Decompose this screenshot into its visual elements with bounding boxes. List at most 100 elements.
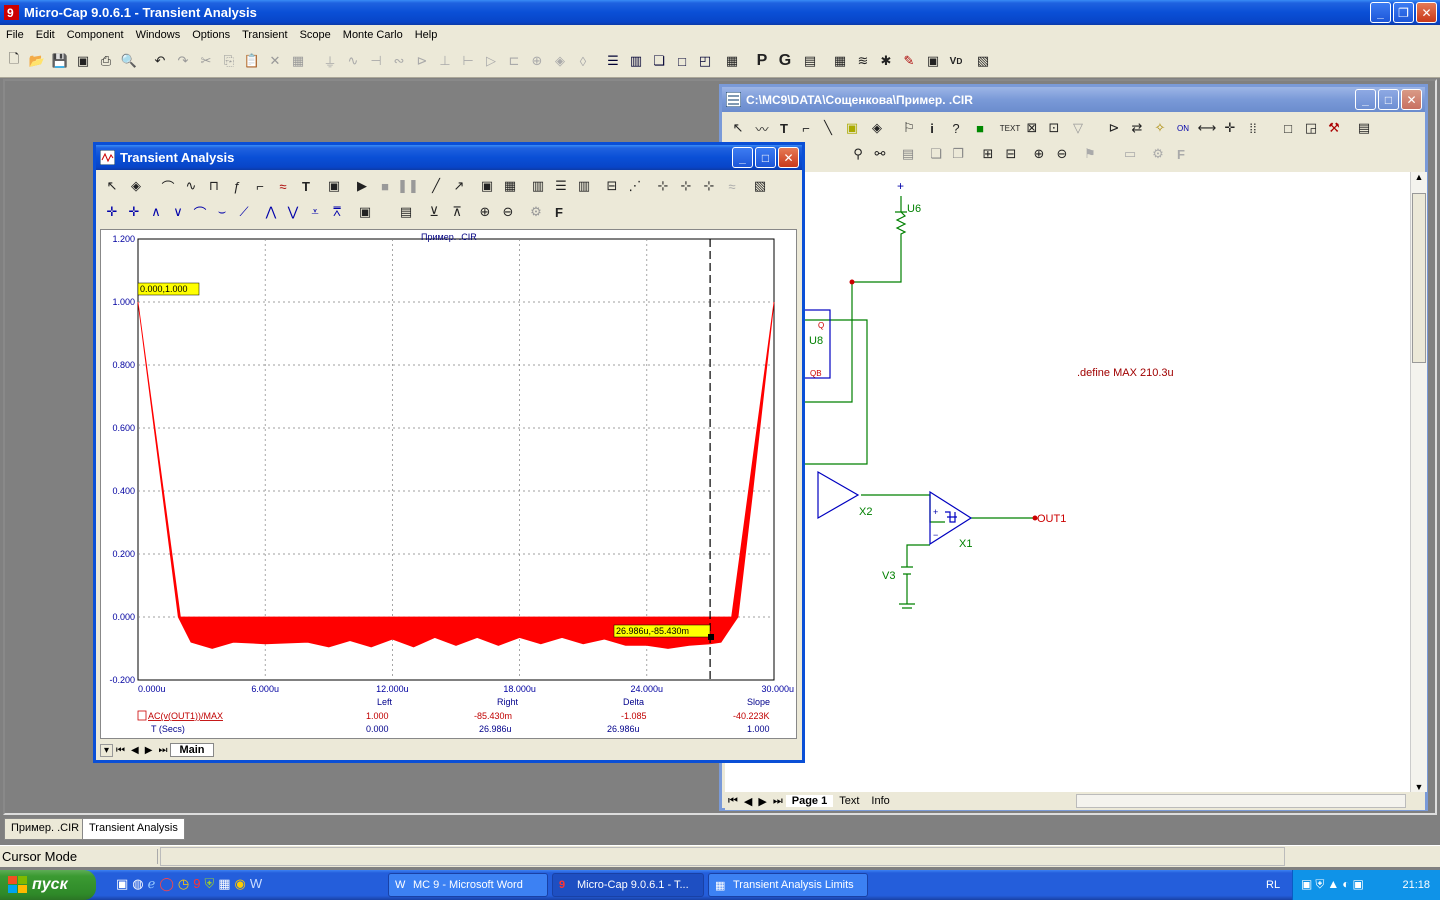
transient-close-button[interactable]: ✕ [778, 147, 799, 168]
series-checkbox[interactable] [137, 710, 147, 721]
t-label-icon[interactable]: ≈ [273, 176, 293, 196]
probe-icon[interactable]: ✎ [899, 51, 919, 71]
t-frame-icon[interactable]: ▣ [477, 176, 497, 196]
task-limits[interactable]: ▦ Transient Analysis Limits [708, 873, 868, 897]
media-icon[interactable]: ◉ [235, 876, 246, 892]
tile-vertical-icon[interactable]: ▥ [626, 51, 646, 71]
top-icon[interactable]: ⩡ [305, 202, 325, 222]
tab-prev-icon[interactable]: ◀ [128, 745, 142, 756]
scroll-down-icon[interactable]: ▼ [1411, 782, 1427, 792]
t-table-icon[interactable]: ▤ [396, 202, 416, 222]
t-zoom-in-icon[interactable]: ⊕ [475, 202, 495, 222]
scroll-up-icon[interactable]: ▲ [1411, 172, 1427, 188]
print-preview-icon[interactable]: 🔍 [119, 51, 139, 71]
inflect-icon[interactable]: ⟋ [234, 202, 254, 222]
cursor-cross2-icon[interactable]: ✛ [124, 202, 144, 222]
transient-minimize-button[interactable]: _ [732, 147, 753, 168]
copy-icon[interactable]: ⎘ [219, 51, 239, 71]
tab-info[interactable]: Info [865, 795, 895, 807]
pause-icon[interactable]: ❚❚ [397, 176, 419, 196]
last-page-icon[interactable]: ⏭ [770, 795, 786, 808]
global-low-icon[interactable]: ⋁ [283, 202, 303, 222]
waveform-icon[interactable]: ≋ [853, 51, 873, 71]
start-button[interactable]: пуск [0, 870, 96, 900]
stack2-icon[interactable]: ❐ [948, 144, 968, 164]
ground-icon[interactable]: ⏚ [320, 51, 340, 71]
schematic-vscroll[interactable]: ▲ ▼ [1410, 172, 1427, 792]
npn-icon[interactable]: ⊢ [458, 51, 478, 71]
t-wave-icon[interactable]: ∿ [181, 176, 201, 196]
delete-icon[interactable]: ✕ [265, 51, 285, 71]
binoculars-icon[interactable]: ⚯ [870, 144, 890, 164]
stop-icon[interactable]: ■ [375, 176, 395, 196]
tab-first-icon[interactable]: ⏮ [113, 745, 128, 756]
cross-icon[interactable]: ✛ [1220, 118, 1240, 138]
t-font-icon[interactable]: F [549, 202, 569, 222]
menu-help[interactable]: Help [409, 29, 444, 41]
image-icon[interactable]: ▧ [973, 51, 993, 71]
clock-app-icon[interactable]: ◷ [178, 876, 189, 892]
t-rows-icon[interactable]: ☰ [551, 176, 571, 196]
opera-icon[interactable]: ◯ [159, 876, 174, 892]
menu-monte-carlo[interactable]: Monte Carlo [337, 29, 409, 41]
help-icon[interactable]: ? [946, 118, 966, 138]
p-icon[interactable]: P [752, 51, 772, 71]
opamp-icon[interactable]: ▷ [481, 51, 501, 71]
text-tool-icon[interactable]: T [774, 118, 794, 138]
ie-icon[interactable]: ℯ [148, 876, 156, 892]
transient-maximize-button[interactable]: □ [755, 147, 776, 168]
frame-icon[interactable]: ◲ [1301, 118, 1321, 138]
window-icon[interactable]: □ [672, 51, 692, 71]
schematic-canvas[interactable]: + U6 U8 X2 X1 V3 OUT1 Q QB + − .define M… [725, 172, 1410, 792]
restore-button[interactable]: ❐ [1393, 2, 1414, 23]
node-icon[interactable]: ⊡ [1044, 118, 1064, 138]
box-icon[interactable]: □ [1278, 118, 1298, 138]
tab-page-1[interactable]: Page 1 [785, 795, 834, 807]
t-low-icon[interactable]: ≈ [722, 176, 742, 196]
microcap-quick-icon[interactable]: 9 [193, 876, 200, 892]
folder-icon[interactable]: ▭ [1120, 144, 1140, 164]
zoom-in-icon[interactable]: ⊕ [1029, 144, 1049, 164]
define-text[interactable]: .define MAX 210.3u [1077, 367, 1174, 379]
tray-icons[interactable]: ▣⛨▲◐▣ [1301, 877, 1367, 892]
components-icon[interactable]: ▦ [830, 51, 850, 71]
t-gear-icon[interactable]: ⚙ [526, 202, 546, 222]
t-fit-icon[interactable]: ⊓ [204, 176, 224, 196]
bus-icon[interactable]: ▣ [842, 118, 862, 138]
probe-v-icon[interactable]: ⊳ [1104, 118, 1124, 138]
cut-icon[interactable]: ✂ [196, 51, 216, 71]
schematic-hscroll[interactable] [1075, 794, 1406, 808]
current-source-icon[interactable]: ◊ [573, 51, 593, 71]
t-image-icon[interactable]: ▧ [750, 176, 770, 196]
pin-icon[interactable]: ⊠ [1022, 118, 1042, 138]
line-icon[interactable]: ⟷ [1197, 118, 1217, 138]
open-file-icon[interactable]: 📂 [27, 51, 47, 71]
list-icon[interactable]: ▤ [898, 144, 918, 164]
t-ycursor-icon[interactable]: ⊼ [447, 202, 467, 222]
orth-wire-icon[interactable]: ⌐ [796, 118, 816, 138]
tool-icon[interactable]: ⚒ [1324, 118, 1344, 138]
close-button[interactable]: ✕ [1416, 2, 1437, 23]
select-all-icon[interactable]: ▦ [288, 51, 308, 71]
tile-horizontal-icon[interactable]: ☰ [603, 51, 623, 71]
stack-icon[interactable]: ❏ [926, 144, 946, 164]
color-icon[interactable]: ■ [970, 118, 990, 138]
transient-title-bar[interactable]: Transient Analysis _ □ ✕ [96, 145, 802, 170]
bottom-icon[interactable]: ⩞ [327, 202, 347, 222]
find-icon[interactable]: ⚲ [848, 144, 868, 164]
gear-icon[interactable]: ⚙ [1148, 144, 1168, 164]
zoom-out-icon[interactable]: ⊖ [1052, 144, 1072, 164]
plot-area[interactable]: 1.200 1.000 0.800 0.600 0.400 0.200 0.000 -0.20… [100, 229, 797, 739]
menu-transient[interactable]: Transient [236, 29, 293, 41]
t-arrowline-icon[interactable]: ↗ [449, 176, 469, 196]
t-select-icon[interactable]: ↖ [102, 176, 122, 196]
menu-file[interactable]: File [0, 29, 30, 41]
font-icon[interactable]: F [1171, 144, 1191, 164]
shapes-icon[interactable]: ◈ [867, 118, 887, 138]
menu-edit[interactable]: Edit [30, 29, 61, 41]
cascade-icon[interactable]: ❏ [649, 51, 669, 71]
tab-main[interactable]: Main [170, 743, 214, 757]
t-grid-icon[interactable]: ▦ [500, 176, 520, 196]
save-icon[interactable]: 💾 [50, 51, 70, 71]
valley-icon[interactable]: ∨ [168, 202, 188, 222]
